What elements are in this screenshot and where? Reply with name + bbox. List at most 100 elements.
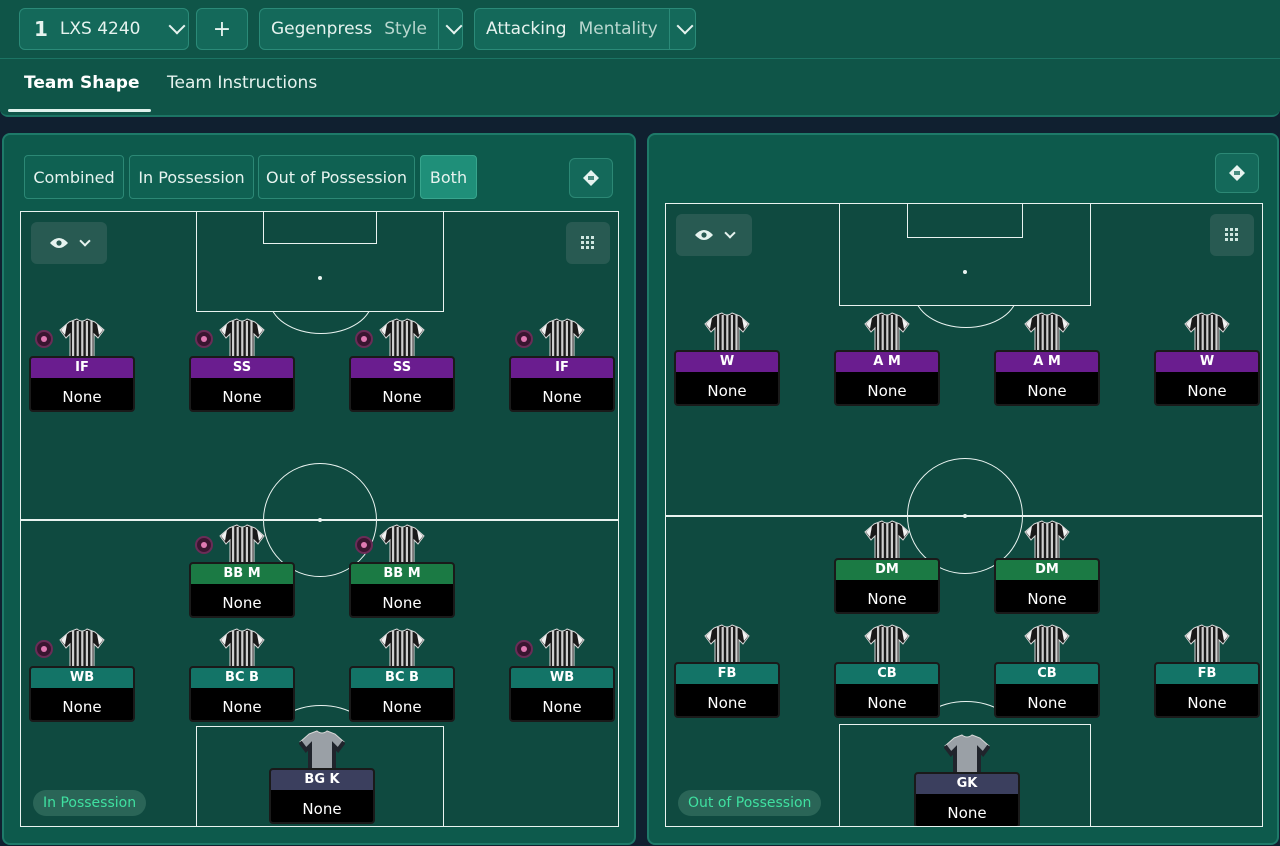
add-tactic-button[interactable]: + xyxy=(196,8,248,50)
role-label: SS xyxy=(351,358,453,378)
player-2[interactable]: A M None xyxy=(834,312,940,420)
tab-bar: Team Shape Team Instructions xyxy=(0,58,1280,115)
toggle-out-of-possession[interactable]: Out of Possession xyxy=(258,155,415,199)
tactic-board-button[interactable] xyxy=(1215,153,1259,193)
role-card[interactable]: WB None xyxy=(509,666,615,722)
role-card[interactable]: BB M None xyxy=(189,562,295,618)
player-11[interactable]: GK None xyxy=(914,734,1020,826)
role-label: GK xyxy=(916,774,1018,794)
player-2[interactable]: SS None xyxy=(189,318,295,426)
tab-team-instructions[interactable]: Team Instructions xyxy=(167,73,317,93)
role-card[interactable]: BB M None xyxy=(349,562,455,618)
tactic-name: LXS 4240 xyxy=(59,19,141,39)
grid-toggle[interactable] xyxy=(1210,214,1254,256)
role-card[interactable]: SS None xyxy=(349,356,455,412)
duty-label: None xyxy=(542,388,582,406)
shirt-icon xyxy=(1024,520,1070,561)
role-card[interactable]: DM None xyxy=(834,558,940,614)
player-1[interactable]: W None xyxy=(674,312,780,420)
player-3[interactable]: A M None xyxy=(994,312,1100,420)
role-card[interactable]: IF None xyxy=(29,356,135,412)
duty-label: None xyxy=(1027,382,1067,400)
player-6[interactable]: BB M None xyxy=(349,524,455,632)
role-card[interactable]: SS None xyxy=(189,356,295,412)
role-label: DM xyxy=(996,560,1098,580)
player-8[interactable]: CB None xyxy=(834,624,940,732)
role-label: BC B xyxy=(351,668,453,688)
grid-icon xyxy=(1225,228,1238,241)
role-card[interactable]: CB None xyxy=(834,662,940,718)
player-8[interactable]: BC B None xyxy=(189,628,295,736)
duty-label: None xyxy=(1187,694,1227,712)
role-card[interactable]: FB None xyxy=(674,662,780,718)
player-11[interactable]: BG K None xyxy=(269,730,375,826)
duty-label: None xyxy=(867,694,907,712)
grid-toggle[interactable] xyxy=(566,222,610,264)
role-card[interactable]: A M None xyxy=(994,350,1100,406)
tab-team-shape[interactable]: Team Shape xyxy=(24,73,140,93)
duty-label: None xyxy=(302,800,342,818)
role-card[interactable]: W None xyxy=(674,350,780,406)
mentality-selector[interactable]: Attacking Mentality xyxy=(474,8,696,50)
player-5[interactable]: BB M None xyxy=(189,524,295,632)
role-card[interactable]: WB None xyxy=(29,666,135,722)
role-card[interactable]: CB None xyxy=(994,662,1100,718)
player-token-icon xyxy=(515,640,533,658)
player-10[interactable]: WB None xyxy=(509,628,615,736)
grid-icon xyxy=(581,236,594,249)
player-7[interactable]: WB None xyxy=(29,628,135,736)
role-card[interactable]: GK None xyxy=(914,772,1020,826)
role-label: WB xyxy=(31,668,133,688)
tactic-board-button[interactable] xyxy=(569,158,613,198)
tactic-selector[interactable]: 1 LXS 4240 xyxy=(19,8,189,50)
role-card[interactable]: BG K None xyxy=(269,768,375,824)
tactic-number: 1 xyxy=(34,17,48,41)
player-5[interactable]: DM None xyxy=(834,520,940,628)
chevron-down-icon xyxy=(168,17,185,35)
role-label: BC B xyxy=(191,668,293,688)
role-card[interactable]: BC B None xyxy=(189,666,295,722)
visibility-toggle[interactable] xyxy=(676,214,752,256)
pitch-out-of-possession: W None A M None A M None W None DM None DM None FB No… xyxy=(665,203,1263,827)
role-card[interactable]: IF None xyxy=(509,356,615,412)
top-bar: 1 LXS 4240 + Gegenpress Style Attacking … xyxy=(0,0,1280,117)
player-token-icon xyxy=(515,330,533,348)
tactic-board-icon xyxy=(583,170,599,186)
role-card[interactable]: W None xyxy=(1154,350,1260,406)
role-card[interactable]: A M None xyxy=(834,350,940,406)
pitch-in-possession: IF None SS None SS None IF None BB M None BB M None… xyxy=(20,211,619,827)
visibility-toggle[interactable] xyxy=(31,222,107,264)
center-spot xyxy=(318,518,322,522)
player-4[interactable]: W None xyxy=(1154,312,1260,420)
role-label: A M xyxy=(996,352,1098,372)
six-yard-box xyxy=(907,204,1023,238)
duty-label: None xyxy=(1027,590,1067,608)
shirt-icon xyxy=(1024,624,1070,665)
toggle-combined[interactable]: Combined xyxy=(24,155,124,199)
shirt-icon xyxy=(704,312,750,353)
duty-label: None xyxy=(542,698,582,716)
player-10[interactable]: FB None xyxy=(1154,624,1260,732)
role-label: A M xyxy=(836,352,938,372)
player-6[interactable]: DM None xyxy=(994,520,1100,628)
player-9[interactable]: BC B None xyxy=(349,628,455,736)
role-label: IF xyxy=(511,358,613,378)
duty-label: None xyxy=(947,804,987,822)
shirt-icon xyxy=(539,628,585,669)
shirt-icon xyxy=(219,524,265,565)
role-card[interactable]: BC B None xyxy=(349,666,455,722)
role-card[interactable]: FB None xyxy=(1154,662,1260,718)
toggle-in-possession[interactable]: In Possession xyxy=(129,155,254,199)
role-card[interactable]: DM None xyxy=(994,558,1100,614)
player-7[interactable]: FB None xyxy=(674,624,780,732)
duty-label: None xyxy=(707,694,747,712)
style-selector[interactable]: Gegenpress Style xyxy=(259,8,463,50)
player-1[interactable]: IF None xyxy=(29,318,135,426)
player-9[interactable]: CB None xyxy=(994,624,1100,732)
style-value: Gegenpress xyxy=(271,19,373,39)
shirt-icon xyxy=(379,318,425,359)
player-4[interactable]: IF None xyxy=(509,318,615,426)
toggle-both[interactable]: Both xyxy=(420,155,477,199)
role-label: FB xyxy=(676,664,778,684)
player-3[interactable]: SS None xyxy=(349,318,455,426)
